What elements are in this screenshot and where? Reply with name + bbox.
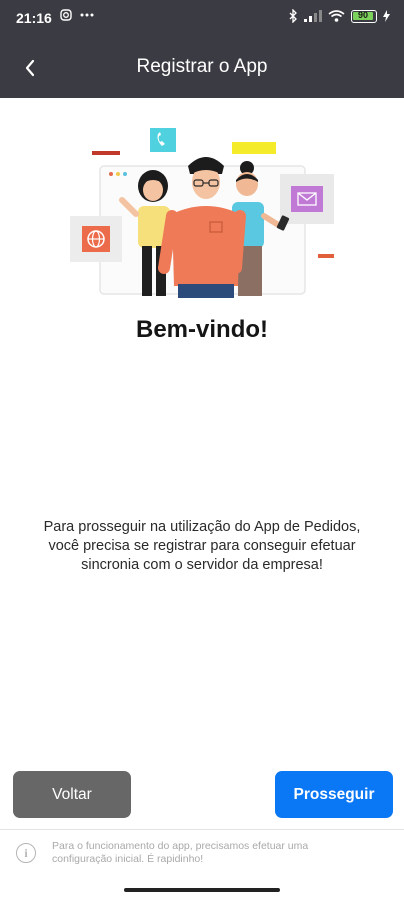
wifi-icon [328,10,345,22]
charging-icon [383,10,390,22]
status-system-icons: 90 [289,9,390,23]
status-bar: 21:16 90 [0,0,404,36]
footer-divider [0,829,404,830]
globe-card-icon [70,216,122,262]
info-icon: i [16,843,36,863]
gesture-navigation-bar[interactable] [124,888,280,892]
battery-icon: 90 [351,9,377,23]
status-time: 21:16 [16,10,52,26]
proceed-button[interactable]: Prosseguir [275,771,393,818]
welcome-heading: Bem-vindo! [136,316,268,343]
welcome-illustration [70,128,334,298]
back-button[interactable]: Voltar [13,771,131,818]
mail-card-icon [280,174,334,224]
phone-card-icon [150,128,176,152]
more-dots-icon [80,13,94,17]
app-bar: Registrar o App [0,36,404,98]
battery-level: 90 [357,9,368,20]
footer-info-text: Para o funcionamento do app, precisamos … [52,840,309,865]
page-title: Registrar o App [136,56,268,77]
bluetooth-icon [289,9,297,23]
status-notification-icons [60,9,94,21]
instagram-icon [60,9,72,21]
signal-icon [304,10,322,22]
registration-description: Para prosseguir na utilização do App de … [43,519,361,573]
